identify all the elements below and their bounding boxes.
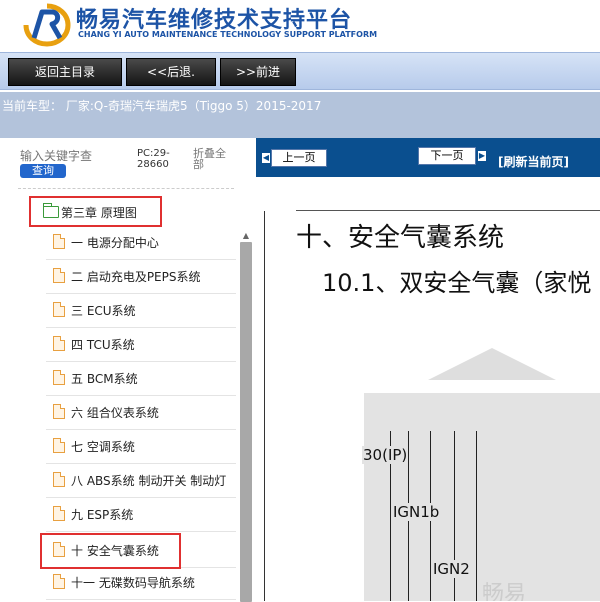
model-bar: 当前车型： 厂家:Q-奇瑞汽车瑞虎5（Tiggo 5）2015-2017 [0, 92, 600, 138]
arrow-right-icon: ▶ [478, 151, 486, 161]
watermark: 畅易 [482, 582, 527, 601]
tree-item-label: 九 ESP系统 [71, 508, 134, 522]
chapter-label: 第三章 原理图 [61, 206, 137, 220]
tree-item[interactable]: 八 ABS系统 制动开关 制动灯 [46, 464, 236, 498]
tree-item-label: 二 启动充电及PEPS系统 [71, 270, 201, 284]
document-icon [53, 574, 65, 589]
logo-icon [23, 3, 71, 47]
tree-item-label: 五 BCM系统 [71, 372, 138, 386]
scroll-up-arrow-icon[interactable]: ▲ [239, 231, 253, 241]
tree-chapter[interactable]: 第三章 原理图 [29, 196, 162, 227]
document-viewer: 十、安全气囊系统 10.1、双安全气囊（家悦 30(IP) IGN1b IGN2… [256, 177, 600, 601]
document-icon [53, 472, 65, 487]
tree-item[interactable]: 九 ESP系统 [46, 498, 236, 532]
next-page-button[interactable]: 下一页 [418, 147, 476, 165]
back-button[interactable]: <<后退. [126, 58, 216, 86]
selection-highlight [40, 533, 181, 569]
doc-rule [296, 210, 600, 211]
document-icon [53, 506, 65, 521]
document-icon [53, 234, 65, 249]
home-button[interactable]: 返回主目录 [8, 58, 122, 86]
tree-item[interactable]: 四 TCU系统 [46, 328, 236, 362]
tree-item[interactable]: 二 启动充电及PEPS系统 [46, 260, 236, 294]
left-scrollbar[interactable] [240, 242, 252, 602]
document-icon [53, 438, 65, 453]
doc-subheading: 10.1、双安全气囊（家悦 [322, 269, 592, 297]
pc-counter: PC:29-28660 [137, 148, 170, 170]
search-button[interactable]: 查询 [20, 164, 66, 178]
signal-label: 30(IP) [362, 446, 409, 464]
diagram-triangle [428, 348, 556, 380]
tree-item[interactable]: 七 空调系统 [46, 430, 236, 464]
current-model: 当前车型： 厂家:Q-奇瑞汽车瑞虎5（Tiggo 5）2015-2017 [2, 99, 322, 113]
signal-label: IGN2 [432, 560, 471, 578]
wiring-diagram: 30(IP) IGN1b IGN2 [362, 393, 600, 601]
refresh-page-link[interactable]: [刷新当前页] [498, 153, 569, 170]
tree-item[interactable]: 三 ECU系统 [46, 294, 236, 328]
doc-heading: 十、安全气囊系统 [296, 223, 505, 253]
document-icon [53, 336, 65, 351]
left-panel: 查询 PC:29-28660 折叠全部 第三章 原理图 一 电源分配中心 二 启… [0, 138, 256, 602]
search-input[interactable] [20, 148, 104, 164]
toolbar: 返回主目录 <<后退. >>前进 [0, 52, 600, 90]
tree-item-label: 三 ECU系统 [71, 304, 136, 318]
doc-border [264, 211, 265, 601]
arrow-left-icon: ◀ [262, 153, 270, 163]
right-panel: ◀ 上一页 下一页 ▶ [刷新当前页] 十、安全气囊系统 10.1、双安全气囊（… [256, 138, 600, 601]
prev-page-button[interactable]: 上一页 [271, 149, 327, 167]
document-icon [53, 302, 65, 317]
header: 畅易汽车维修技术支持平台 CHANG YI AUTO MAINTENANCE T… [0, 0, 600, 52]
document-icon [53, 404, 65, 419]
document-icon [53, 268, 65, 283]
folder-open-icon [42, 203, 59, 218]
tree-item-label: 十一 无碟数码导航系统 [71, 576, 195, 590]
page-nav-bar: ◀ 上一页 下一页 ▶ [刷新当前页] [256, 138, 600, 177]
signal-label: IGN1b [392, 503, 441, 521]
document-icon [53, 370, 65, 385]
tree-item[interactable]: 五 BCM系统 [46, 362, 236, 396]
app-subtitle: CHANG YI AUTO MAINTENANCE TECHNOLOGY SUP… [78, 30, 378, 39]
collapse-all-link[interactable]: 折叠全部 [193, 148, 233, 170]
tree-item-label: 六 组合仪表系统 [71, 406, 159, 420]
tree-item[interactable]: 一 电源分配中心 [46, 226, 236, 260]
tree-item-label: 一 电源分配中心 [71, 236, 159, 250]
tree-item[interactable]: 十一 无碟数码导航系统 [46, 566, 236, 600]
tree-divider [18, 188, 234, 189]
tree-item-label: 八 ABS系统 制动开关 制动灯 [71, 474, 227, 488]
tree-item-label: 四 TCU系统 [71, 338, 135, 352]
tree-item[interactable]: 六 组合仪表系统 [46, 396, 236, 430]
tree-item-label: 七 空调系统 [71, 440, 135, 454]
forward-button[interactable]: >>前进 [220, 58, 296, 86]
wire-line [476, 431, 477, 601]
